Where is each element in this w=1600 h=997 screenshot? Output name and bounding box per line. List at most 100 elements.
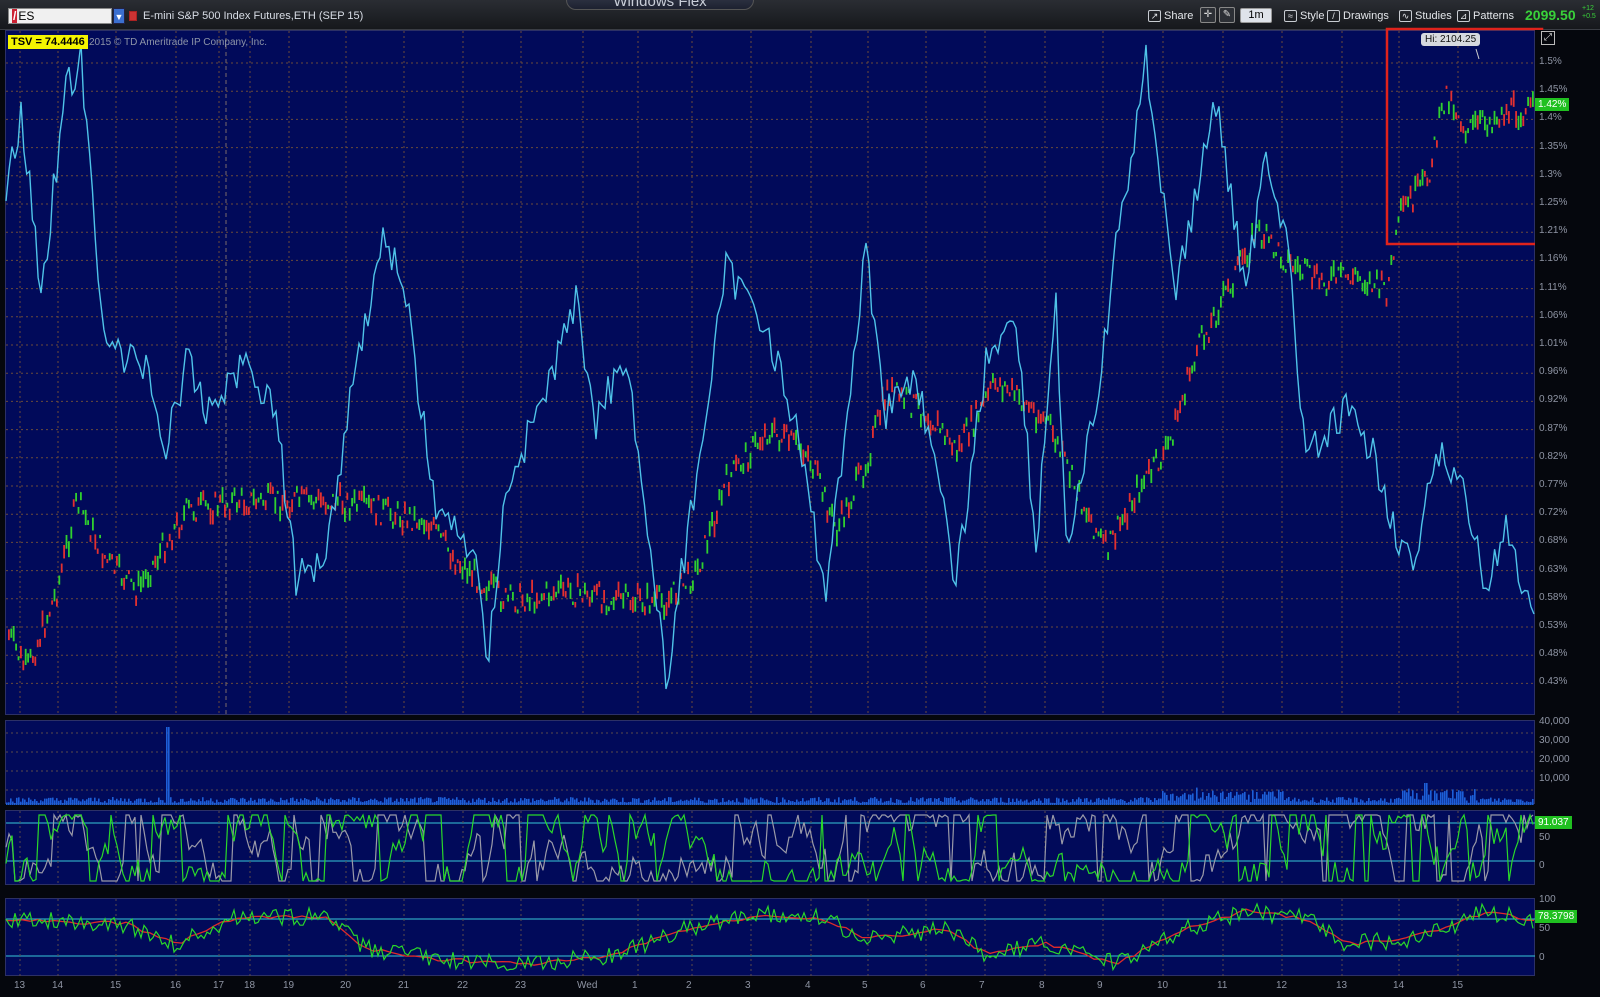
price-candle bbox=[156, 555, 159, 570]
volume-bar bbox=[794, 802, 796, 805]
volume-bar bbox=[270, 798, 272, 805]
volume-y-axis[interactable]: 40,000 30,000 20,000 10,000 bbox=[1535, 716, 1600, 804]
price-candle bbox=[1020, 405, 1023, 412]
symbol-dropdown-icon[interactable]: ▼ bbox=[113, 8, 125, 24]
price-candle bbox=[1073, 485, 1076, 490]
volume-bar bbox=[1170, 794, 1172, 805]
volume-bar bbox=[582, 801, 584, 805]
volume-bar bbox=[1262, 794, 1264, 805]
price-candle bbox=[1160, 461, 1162, 470]
price-candle bbox=[332, 493, 334, 497]
price-candle bbox=[886, 379, 889, 391]
price-candle bbox=[312, 501, 315, 510]
price-candle bbox=[984, 391, 987, 398]
price-candle bbox=[339, 482, 341, 497]
price-candle bbox=[994, 378, 997, 390]
share-button[interactable]: ↗ Share bbox=[1146, 7, 1196, 25]
volume-bar bbox=[924, 801, 926, 805]
stochastic-y-axis[interactable]: 91.037 50 0 bbox=[1535, 810, 1600, 885]
tsv-panel[interactable] bbox=[5, 898, 1536, 977]
volume-bar bbox=[910, 797, 912, 805]
volume-bar bbox=[820, 799, 822, 805]
price-candle bbox=[1373, 283, 1376, 289]
last-price: 2099.50 bbox=[1525, 7, 1576, 23]
volume-bar bbox=[1024, 800, 1026, 805]
volume-bar bbox=[1004, 802, 1006, 805]
price-candle bbox=[1467, 128, 1469, 134]
price-candle bbox=[1128, 493, 1131, 502]
tsv-study-label[interactable]: TSV = 74.4446 bbox=[8, 35, 88, 49]
volume-bar bbox=[1502, 800, 1504, 805]
share-icon: ↗ bbox=[1148, 10, 1161, 22]
volume-bar bbox=[124, 798, 126, 805]
volume-bar bbox=[1368, 798, 1370, 805]
wrench-icon[interactable]: ✎ bbox=[1219, 7, 1235, 23]
tsv-y-tick: 0 bbox=[1539, 952, 1545, 963]
volume-bar bbox=[888, 800, 890, 805]
volume-bar bbox=[786, 802, 788, 805]
price-candle bbox=[941, 422, 944, 429]
volume-bar bbox=[138, 798, 140, 805]
price-candle bbox=[315, 496, 317, 504]
price-candle bbox=[24, 648, 27, 665]
volume-bar bbox=[1462, 791, 1464, 805]
volume-bar bbox=[1218, 802, 1220, 805]
tsv-y-axis[interactable]: 78.3798 100 50 0 bbox=[1535, 894, 1600, 976]
volume-bar bbox=[610, 799, 612, 805]
price-candle bbox=[624, 583, 627, 593]
price-y-tick: 0.82% bbox=[1539, 450, 1568, 462]
date-label: 11 bbox=[1217, 980, 1228, 991]
price-candle bbox=[240, 487, 243, 496]
price-chart-canvas bbox=[5, 27, 1544, 716]
volume-bar bbox=[818, 797, 820, 805]
expand-icon[interactable]: ⤢ bbox=[1541, 31, 1555, 45]
volume-bar bbox=[1238, 794, 1240, 805]
volume-bar bbox=[330, 797, 332, 805]
price-candle bbox=[442, 532, 445, 537]
date-axis[interactable]: 13 14 15 16 17 18 19 20 21 22 23 Wed 1 2 3 4 5 6 7 8 9 10 11 12… bbox=[0, 978, 1600, 997]
price-candle bbox=[202, 490, 205, 501]
symbol-link-icon[interactable] bbox=[129, 11, 137, 21]
volume-bar bbox=[1092, 802, 1094, 805]
price-candle bbox=[320, 492, 322, 508]
volume-bar bbox=[870, 797, 872, 805]
price-candle bbox=[104, 554, 106, 559]
volume-bar bbox=[566, 798, 568, 805]
patterns-button[interactable]: ⊿ Patterns bbox=[1455, 7, 1517, 25]
volume-bar bbox=[896, 799, 898, 805]
symbol-input[interactable]: / ES bbox=[8, 8, 112, 24]
volume-bar bbox=[900, 800, 902, 805]
volume-bar bbox=[156, 802, 158, 805]
volume-bar bbox=[1136, 799, 1138, 805]
volume-bar bbox=[1034, 799, 1036, 805]
drawings-button[interactable]: / Drawings bbox=[1325, 7, 1392, 25]
volume-bar bbox=[390, 797, 392, 805]
price-y-axis[interactable]: 1.5% 1.45% 1.4% 1.35% 1.3% 1.25% 1.21% 1.16% 1.1… bbox=[1535, 30, 1600, 715]
price-candle bbox=[130, 578, 133, 583]
price-candle bbox=[197, 497, 200, 506]
price-candle bbox=[648, 605, 651, 614]
volume-bar bbox=[324, 798, 326, 805]
volume-bar bbox=[20, 801, 22, 805]
volume-panel[interactable] bbox=[5, 720, 1536, 805]
volume-bar bbox=[1046, 798, 1048, 805]
volume-bar bbox=[954, 797, 956, 805]
style-button[interactable]: ≈ Style bbox=[1282, 7, 1327, 25]
volume-bar bbox=[478, 797, 480, 805]
studies-button[interactable]: ∿ Studies bbox=[1397, 7, 1455, 25]
volume-bar bbox=[1048, 798, 1050, 805]
volume-bar bbox=[452, 798, 454, 805]
volume-bar bbox=[1400, 798, 1402, 805]
volume-bar bbox=[586, 801, 588, 805]
stochastic-panel[interactable] bbox=[5, 810, 1536, 886]
price-panel[interactable] bbox=[5, 27, 1544, 716]
volume-bar bbox=[402, 798, 404, 805]
price-candle bbox=[656, 584, 658, 599]
price-candle bbox=[461, 566, 464, 580]
crosshair-icon[interactable]: ✛ bbox=[1200, 7, 1216, 23]
volume-bar bbox=[1286, 798, 1288, 805]
price-candle bbox=[1083, 506, 1085, 512]
timeframe-button[interactable]: 1m bbox=[1240, 8, 1272, 23]
price-candle bbox=[576, 573, 579, 588]
volume-bar bbox=[70, 797, 72, 805]
